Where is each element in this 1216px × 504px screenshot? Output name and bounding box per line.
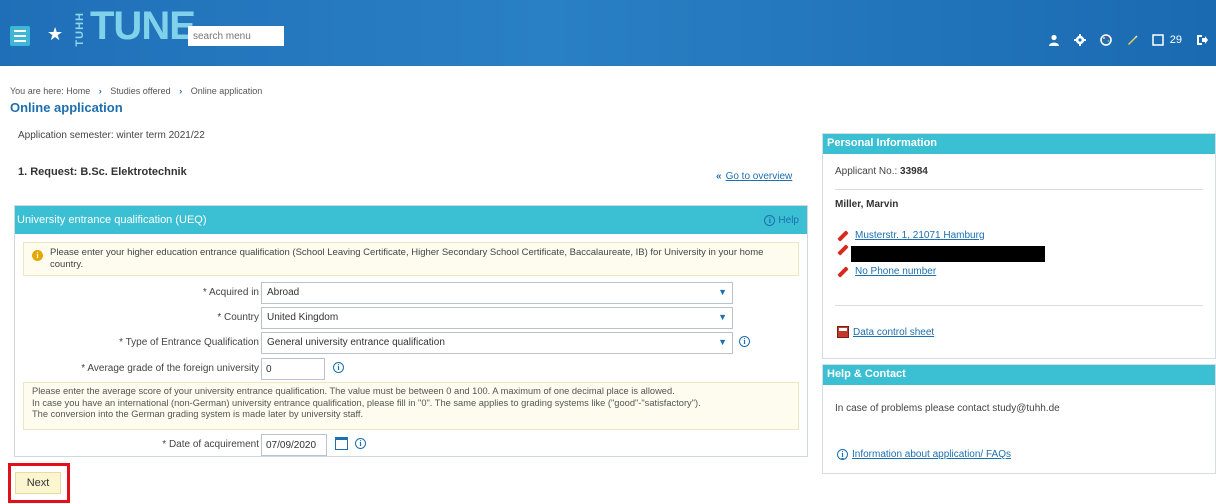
acquired-in-select[interactable]: Abroad ▼ [261, 282, 733, 304]
next-highlight-box: Next [8, 463, 70, 503]
application-semester: Application semester: winter term 2021/2… [18, 130, 205, 141]
chevron-right-icon: › [98, 86, 102, 96]
grade-info-icon[interactable]: i [333, 362, 344, 373]
session-counter: 29 [1169, 34, 1182, 46]
ueq-title: University entrance qualification (UEQ) [17, 214, 207, 226]
grade-row: * Average grade of the foreign universit… [15, 358, 805, 380]
pencil-icon [837, 265, 849, 278]
tune-logo[interactable]: TUHH TUNE [70, 4, 196, 62]
header-toolbar: 29 [1048, 34, 1208, 46]
type-select[interactable]: General university entrance qualificatio… [261, 332, 733, 354]
info-icon: i [764, 214, 776, 226]
address-link[interactable]: Musterstr. 1, 21071 Hamburg [837, 229, 985, 242]
applicant-number-value: 33984 [900, 166, 928, 177]
breadcrumb-prefix: You are here: [10, 86, 64, 96]
chevron-down-icon: ▼ [718, 337, 727, 347]
top-header: ★ TUHH TUNE 29 [0, 0, 1216, 66]
type-value: General university entrance qualificatio… [267, 337, 445, 348]
data-control-sheet-text: Data control sheet [853, 326, 935, 338]
next-button[interactable]: Next [15, 472, 61, 494]
type-row: * Type of Entrance Qualification General… [15, 332, 805, 354]
ueq-panel-header: University entrance qualification (UEQ) … [15, 206, 807, 234]
divider [835, 305, 1203, 306]
page-title: Online application [10, 100, 123, 115]
breadcrumb-current: Online application [190, 86, 263, 96]
chevron-right-icon: › [179, 86, 183, 96]
address-text: Musterstr. 1, 21071 Hamburg [855, 230, 985, 241]
double-chevron-left-icon: « [716, 171, 722, 182]
applicant-name: Miller, Marvin [835, 199, 899, 210]
divider [835, 189, 1203, 190]
pencil-icon [837, 229, 849, 242]
window-icon[interactable] [1152, 34, 1164, 46]
personal-info-title: Personal Information [823, 134, 1215, 154]
notice-text: Please enter your higher education entra… [50, 247, 764, 270]
help-label: Help [778, 214, 799, 226]
data-control-sheet-link[interactable]: Data control sheet [837, 326, 934, 338]
favorites-star-icon[interactable]: ★ [47, 24, 63, 44]
grade-note: Please enter the average score of your u… [23, 382, 799, 430]
pencil-icon [837, 244, 849, 256]
grade-input[interactable] [261, 358, 325, 380]
info-icon: i [837, 449, 848, 460]
hamburger-menu-icon[interactable] [10, 26, 30, 46]
date-input[interactable] [261, 434, 327, 456]
search-menu-input[interactable] [188, 26, 284, 46]
help-contact-text: In case of problems please contact study… [835, 403, 1060, 414]
date-row: * Date of acquirement i [15, 434, 805, 456]
pen-icon[interactable] [1126, 34, 1138, 46]
logo-tuhh-text: TUHH [74, 12, 86, 47]
faq-link-text: Information about application/ FAQs [852, 449, 1011, 460]
redacted-email [851, 246, 1045, 262]
chevron-down-icon: ▼ [718, 287, 727, 297]
country-value: United Kingdom [267, 312, 339, 323]
grade-note-line-1: Please enter the average score of your u… [32, 386, 675, 396]
applicant-number-label: Applicant No.: [835, 166, 898, 177]
warning-info-icon: i [32, 250, 43, 261]
date-label: * Date of acquirement [162, 439, 259, 450]
help-contact-title: Help & Contact [823, 365, 1215, 385]
ueq-panel: University entrance qualification (UEQ) … [14, 205, 808, 457]
help-contact-panel: Help & Contact In case of problems pleas… [822, 364, 1216, 474]
country-label: * Country [217, 312, 259, 323]
overview-label: Go to overview [725, 171, 793, 182]
help-link[interactable]: i Help [764, 214, 799, 226]
grade-note-line-2: In case you have an international (non-G… [32, 397, 701, 408]
pdf-icon [837, 326, 849, 338]
acquired-in-row: * Acquired in Abroad ▼ [15, 282, 805, 304]
logout-icon[interactable] [1196, 34, 1208, 46]
country-row: * Country United Kingdom ▼ [15, 307, 805, 329]
type-label: * Type of Entrance Qualification [119, 337, 259, 348]
user-icon[interactable] [1048, 34, 1060, 46]
acquired-in-value: Abroad [267, 287, 300, 298]
date-info-icon[interactable]: i [355, 438, 366, 449]
grade-label: * Average grade of the foreign universit… [81, 363, 259, 374]
gear-icon[interactable] [1073, 34, 1086, 46]
calendar-icon[interactable] [335, 437, 348, 450]
personal-info-panel: Personal Information Applicant No.: 3398… [822, 133, 1216, 359]
country-select[interactable]: United Kingdom ▼ [261, 307, 733, 329]
ueq-notice: i Please enter your higher education ent… [23, 242, 799, 276]
phone-link[interactable]: No Phone number [837, 265, 937, 278]
type-info-icon[interactable]: i [739, 336, 750, 347]
applicant-number: Applicant No.: 33984 [835, 166, 928, 177]
phone-text: No Phone number [855, 266, 937, 277]
breadcrumb-home[interactable]: Home [66, 86, 90, 96]
breadcrumb: You are here: Home › Studies offered › O… [10, 86, 262, 96]
request-title: 1. Request: B.Sc. Elektrotechnik [18, 166, 187, 178]
chevron-down-icon: ▼ [718, 312, 727, 322]
acquired-in-label: * Acquired in [202, 287, 259, 298]
go-to-overview-link[interactable]: «Go to overview [716, 171, 792, 182]
faq-link[interactable]: i Information about application/ FAQs [837, 449, 1011, 460]
grade-note-line-3: The conversion into the German grading s… [32, 409, 364, 419]
palette-icon[interactable] [1099, 34, 1112, 46]
breadcrumb-studies[interactable]: Studies offered [110, 86, 170, 96]
logo-tune-text: TUNE [90, 4, 196, 48]
